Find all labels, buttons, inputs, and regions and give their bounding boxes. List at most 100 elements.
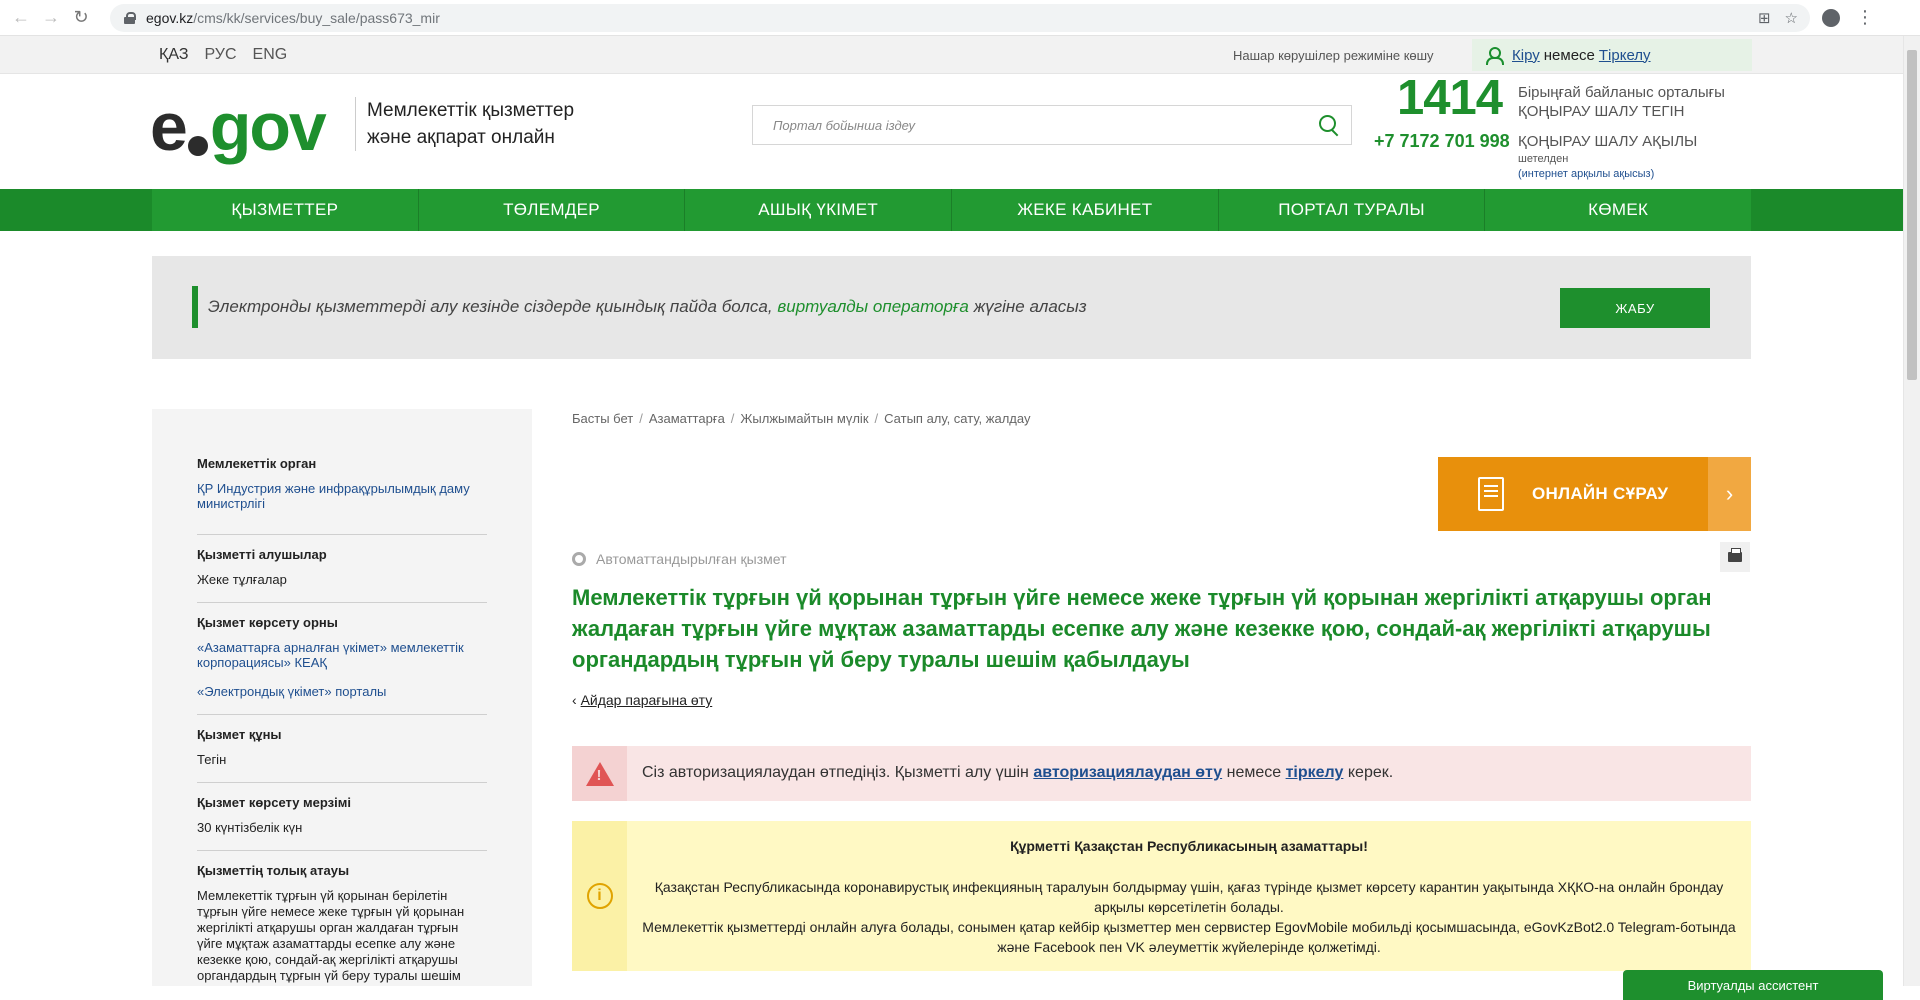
fullname-value: Мемлекеттік тұрғын үй қорынан берілетін … xyxy=(197,888,465,983)
page-title: Мемлекеттік тұрғын үй қорынан тұрғын үйг… xyxy=(572,585,1712,672)
virtual-operator-link[interactable]: виртуалды операторға xyxy=(777,297,968,316)
nav-services[interactable]: ҚЫЗМЕТТЕР xyxy=(152,189,419,231)
term-value: 30 күнтізбелік күн xyxy=(197,820,303,835)
sidebar-cost: Қызмет құны Тегін xyxy=(197,715,487,783)
nav-help[interactable]: КӨМЕК xyxy=(1485,189,1751,231)
search-input[interactable]: Портал бойынша іздеу xyxy=(752,105,1352,145)
online-request-label: ОНЛАЙН СҰРАУ xyxy=(1532,484,1669,503)
banner-accent-bar xyxy=(192,286,198,328)
breadcrumb-current: Сатып алу, сату, жалдау xyxy=(884,411,1031,426)
place-link-egov-portal[interactable]: «Электрондық үкімет» порталы xyxy=(197,684,487,699)
abroad-label: шетелден xyxy=(1518,153,1569,165)
cost-value: Тегін xyxy=(197,752,227,767)
browser-menu-icon[interactable]: ⋮ xyxy=(1856,7,1874,28)
chevron-right-icon: › xyxy=(1708,457,1751,531)
banner-text-after: жүгіне аласыз xyxy=(973,297,1087,316)
cost-title: Қызмет құны xyxy=(197,727,282,742)
low-vision-mode-link[interactable]: Нашар көрушілер режиміне көшу xyxy=(1233,48,1434,63)
bookmark-star-icon[interactable]: ☆ xyxy=(1785,9,1798,27)
covid-notice: i Құрметті Қазақстан Республикасының аза… xyxy=(572,821,1751,971)
abroad-note: (интернет арқылы ақысыз) xyxy=(1518,168,1655,180)
notice-paragraph-2: Мемлекеттік қызметтерді онлайн алуға бол… xyxy=(642,919,1736,955)
url-host: egov.kz xyxy=(146,9,194,26)
search-placeholder: Портал бойынша іздеу xyxy=(773,117,915,133)
profile-avatar-icon[interactable] xyxy=(1822,8,1840,27)
document-icon xyxy=(1478,477,1504,511)
breadcrumb-citizens[interactable]: Азаматтарға xyxy=(649,411,725,426)
site-header: egov Мемлекеттік қызметтер және ақпарат … xyxy=(0,71,1903,211)
logo-e: e xyxy=(150,89,188,165)
print-icon[interactable] xyxy=(1720,542,1750,572)
lang-kaz[interactable]: ҚАЗ xyxy=(159,46,188,64)
breadcrumb-home[interactable]: Басты бет xyxy=(572,411,633,426)
nav-payments[interactable]: ТӨЛЕМДЕР xyxy=(419,189,686,231)
back-arrow-icon[interactable]: ← xyxy=(6,3,36,33)
auth-alert: Сіз авторизациялаудан өтпедіңіз. Қызметт… xyxy=(572,746,1751,801)
lang-rus[interactable]: РУС xyxy=(204,46,236,64)
login-or-text: немесе xyxy=(1543,46,1595,64)
sidebar-recipients: Қызметті алушылар Жеке тұлғалар xyxy=(197,535,487,603)
alert-text-before: Сіз авторизациялаудан өтпедіңіз. Қызметт… xyxy=(642,764,1029,781)
forward-arrow-icon[interactable]: → xyxy=(36,3,66,33)
browser-toolbar: ← → ↻ egov.kz/cms/kk/services/buy_sale/p… xyxy=(0,0,1920,36)
site-tagline: Мемлекеттік қызметтер және ақпарат онлай… xyxy=(355,97,574,151)
virtual-operator-banner: Электронды қызметтерді алу кезінде сізде… xyxy=(152,256,1751,359)
register-link[interactable]: Тіркелу xyxy=(1599,47,1651,64)
banner-text-before: Электронды қызметтерді алу кезінде сізде… xyxy=(208,297,773,316)
back-to-category: ‹ Айдар парағына өту xyxy=(572,692,712,708)
auth-alert-text: Сіз авторизациялаудан өтпедіңіз. Қызметт… xyxy=(642,764,1393,782)
notice-title: Құрметті Қазақстан Республикасының азама… xyxy=(1010,838,1368,854)
back-to-category-link[interactable]: Айдар парағына өту xyxy=(581,692,713,708)
lock-icon xyxy=(124,11,136,24)
alert-text-after: керек. xyxy=(1347,764,1394,781)
breadcrumb-real-estate[interactable]: Жылжымайтын мүлік xyxy=(740,411,868,426)
sidebar-agency: Мемлекеттік орган ҚР Индустрия және инфр… xyxy=(197,409,487,535)
login-link[interactable]: Кіру xyxy=(1512,47,1540,64)
address-bar[interactable]: egov.kz/cms/kk/services/buy_sale/pass673… xyxy=(110,3,1810,32)
agency-link[interactable]: ҚР Индустрия және инфрақұрылымдық даму м… xyxy=(197,481,487,511)
breadcrumb: Басты бет / Азаматтарға / Жылжымайтын мүлік /… xyxy=(572,411,1031,426)
sidebar-term: Қызмет көрсету мерзімі 30 күнтізбелік кү… xyxy=(197,783,487,851)
logo-plus-icon xyxy=(187,131,208,211)
hotline-desc-line-1: Бірыңғай байланыс орталығы xyxy=(1518,84,1725,101)
nav-personal-cabinet[interactable]: ЖЕКЕ КАБИНЕТ xyxy=(952,189,1219,231)
recipients-value: Жеке тұлғалар xyxy=(197,572,287,587)
place-link-gov-corp[interactable]: «Азаматтарға арналған үкімет» мемлекетті… xyxy=(197,640,487,670)
reload-icon[interactable]: ↻ xyxy=(66,3,96,33)
authorize-link[interactable]: авторизациялаудан өту xyxy=(1033,764,1222,781)
close-banner-button[interactable]: ЖАБУ xyxy=(1560,288,1710,328)
automated-service-text: Автоматтандырылған қызмет xyxy=(596,551,787,567)
nav-about-portal[interactable]: ПОРТАЛ ТУРАЛЫ xyxy=(1219,189,1486,231)
translate-icon[interactable]: ⊞ xyxy=(1758,9,1771,27)
notice-body: Қазақстан Республикасында коронавирустық… xyxy=(632,877,1746,957)
chevron-left-icon: ‹ xyxy=(572,692,581,708)
sidebar-service-place: Қызмет көрсету орны «Азаматтарға арналға… xyxy=(197,603,487,715)
service-info-sidebar: Мемлекеттік орган ҚР Индустрия және инфр… xyxy=(152,409,532,986)
recipients-title: Қызметті алушылар xyxy=(197,547,327,562)
gear-icon xyxy=(572,552,586,566)
notice-paragraph-1: Қазақстан Республикасында коронавирустық… xyxy=(654,879,1724,915)
fullname-title: Қызметтің толық атауы xyxy=(197,863,350,878)
term-title: Қызмет көрсету мерзімі xyxy=(197,795,351,810)
online-request-button[interactable]: ОНЛАЙН СҰРАУ › xyxy=(1438,457,1751,531)
egov-logo[interactable]: egov xyxy=(150,87,327,211)
paid-phone-number: +7 7172 701 998 xyxy=(1374,131,1510,151)
alert-register-link[interactable]: тіркелу xyxy=(1286,764,1344,781)
search-icon[interactable] xyxy=(1319,115,1339,135)
agency-title: Мемлекеттік орган xyxy=(197,456,317,471)
main-navigation: ҚЫЗМЕТТЕР ТӨЛЕМДЕР АШЫҚ ҮКІМЕТ ЖЕКЕ КАБИ… xyxy=(0,189,1903,231)
hotline-description: Бірыңғай байланыс орталығы ҚОҢЫРАУ ШАЛУ … xyxy=(1518,83,1725,121)
vertical-scrollbar[interactable] xyxy=(1903,36,1920,986)
info-icon: i xyxy=(586,883,613,909)
banner-message: Электронды қызметтерді алу кезінде сізде… xyxy=(208,297,1087,317)
scrollbar-thumb[interactable] xyxy=(1907,50,1917,380)
place-title: Қызмет көрсету орны xyxy=(197,615,338,630)
nav-open-government[interactable]: АШЫҚ ҮКІМЕТ xyxy=(685,189,953,231)
lang-eng[interactable]: ENG xyxy=(253,46,288,64)
hotline-number: 1414 xyxy=(1397,71,1503,125)
alert-or-text: немесе xyxy=(1226,764,1282,781)
user-icon xyxy=(1486,47,1504,65)
virtual-assistant-button[interactable]: Виртуалды ассистент xyxy=(1623,970,1883,1000)
tagline-line-1: Мемлекеттік қызметтер xyxy=(367,100,575,121)
paid-phone-description: ҚОҢЫРАУ ШАЛУ АҚЫЛЫ xyxy=(1518,133,1698,150)
